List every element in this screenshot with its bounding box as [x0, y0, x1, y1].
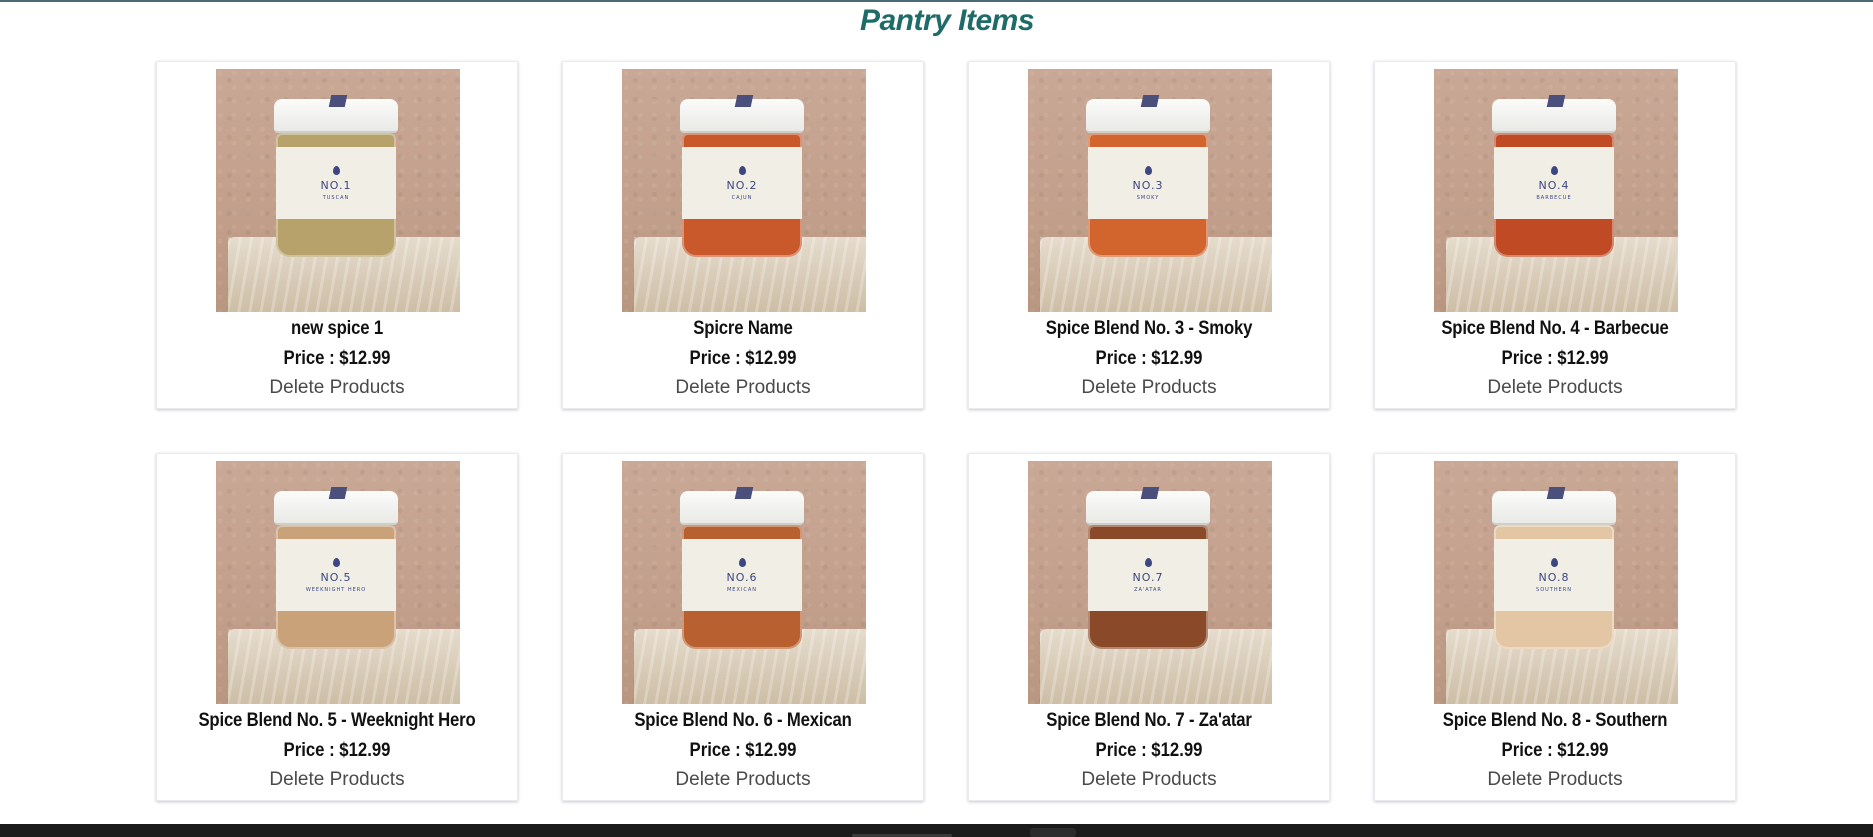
product-name: Spice Blend No. 3 - Smoky [1045, 318, 1253, 339]
jar-tag [734, 487, 754, 499]
product-card: NO.4 BARBECUE Spice Blend No. 4 - Barbec… [1374, 61, 1736, 409]
jar-subtitle: MEXICAN [726, 586, 758, 593]
product-image[interactable]: NO.8 SOUTHERN [1434, 461, 1678, 704]
jar-subtitle: TUSCAN [322, 194, 350, 201]
jar-tag [1140, 487, 1160, 499]
product-image[interactable]: NO.3 SMOKY [1028, 69, 1272, 312]
jar-subtitle: SMOKY [1136, 194, 1160, 201]
jar-label: NO.3 SMOKY [1088, 147, 1208, 219]
jar-number: NO.3 [1132, 178, 1164, 192]
delete-products-button[interactable]: Delete Products [969, 377, 1329, 399]
jar-number: NO.6 [726, 570, 758, 584]
jar-tag [1546, 95, 1566, 107]
product-price: Price : $12.99 [283, 348, 391, 369]
delete-products-button[interactable]: Delete Products [563, 377, 923, 399]
drop-icon [738, 557, 746, 567]
delete-products-button[interactable]: Delete Products [969, 769, 1329, 791]
drop-icon [738, 165, 746, 175]
drop-icon [1144, 557, 1152, 567]
product-name: Spice Blend No. 4 - Barbecue [1441, 318, 1669, 339]
product-name: Spice Blend No. 8 - Southern [1442, 710, 1668, 731]
product-price: Price : $12.99 [1095, 348, 1203, 369]
jar-label: NO.7 ZA'ATAR [1088, 539, 1208, 611]
product-name: Spice Blend No. 6 - Mexican [634, 710, 852, 731]
drop-icon [1144, 165, 1152, 175]
delete-products-button[interactable]: Delete Products [157, 769, 517, 791]
spice-jar: NO.6 MEXICAN [678, 487, 806, 651]
spice-jar: NO.8 SOUTHERN [1490, 487, 1618, 651]
product-image[interactable]: NO.7 ZA'ATAR [1028, 461, 1272, 704]
product-image[interactable]: NO.2 CAJUN [622, 69, 866, 312]
product-image[interactable]: NO.4 BARBECUE [1434, 69, 1678, 312]
delete-products-button[interactable]: Delete Products [157, 377, 517, 399]
product-price: Price : $12.99 [1501, 740, 1609, 761]
product-card: NO.6 MEXICAN Spice Blend No. 6 - Mexican… [562, 453, 924, 801]
product-price: Price : $12.99 [1095, 740, 1203, 761]
drop-icon [332, 557, 340, 567]
jar-label: NO.2 CAJUN [682, 147, 802, 219]
top-border [0, 0, 1873, 2]
footer-bar [0, 824, 1873, 837]
jar-number: NO.7 [1132, 570, 1164, 584]
product-name: Spicre Name [693, 318, 793, 339]
jar-label: NO.5 WEEKNIGHT HERO [276, 539, 396, 611]
product-price: Price : $12.99 [283, 740, 391, 761]
delete-products-button[interactable]: Delete Products [1375, 769, 1735, 791]
drop-icon [332, 165, 340, 175]
product-card: NO.8 SOUTHERN Spice Blend No. 8 - Southe… [1374, 453, 1736, 801]
spice-jar: NO.3 SMOKY [1084, 95, 1212, 259]
delete-products-button[interactable]: Delete Products [563, 769, 923, 791]
jar-label: NO.4 BARBECUE [1494, 147, 1614, 219]
product-name: Spice Blend No. 7 - Za'atar [1046, 710, 1252, 731]
jar-number: NO.5 [320, 570, 352, 584]
product-name: new spice 1 [291, 318, 383, 339]
delete-products-button[interactable]: Delete Products [1375, 377, 1735, 399]
product-image[interactable]: NO.5 WEEKNIGHT HERO [216, 461, 460, 704]
product-card: NO.1 TUSCAN new spice 1 Price : $12.99 D… [156, 61, 518, 409]
jar-tag [1140, 95, 1160, 107]
jar-number: NO.2 [726, 178, 758, 192]
jar-number: NO.4 [1538, 178, 1570, 192]
jar-tag [734, 95, 754, 107]
jar-subtitle: WEEKNIGHT HERO [305, 586, 367, 593]
product-card: NO.7 ZA'ATAR Spice Blend No. 7 - Za'atar… [968, 453, 1330, 801]
product-image[interactable]: NO.1 TUSCAN [216, 69, 460, 312]
spice-jar: NO.7 ZA'ATAR [1084, 487, 1212, 651]
jar-tag [328, 95, 348, 107]
footer-control [1030, 828, 1076, 837]
product-card: NO.5 WEEKNIGHT HERO Spice Blend No. 5 - … [156, 453, 518, 801]
product-card: NO.2 CAJUN Spicre Name Price : $12.99 De… [562, 61, 924, 409]
spice-jar: NO.4 BARBECUE [1490, 95, 1618, 259]
jar-label: NO.8 SOUTHERN [1494, 539, 1614, 611]
page-title: Pantry Items [859, 4, 1035, 37]
product-price: Price : $12.99 [689, 740, 797, 761]
jar-subtitle: ZA'ATAR [1134, 586, 1162, 593]
product-card: NO.3 SMOKY Spice Blend No. 3 - Smoky Pri… [968, 61, 1330, 409]
jar-label: NO.6 MEXICAN [682, 539, 802, 611]
jar-tag [328, 487, 348, 499]
spice-jar: NO.1 TUSCAN [272, 95, 400, 259]
jar-label: NO.1 TUSCAN [276, 147, 396, 219]
jar-number: NO.1 [320, 178, 352, 192]
product-name: Spice Blend No. 5 - Weeknight Hero [198, 710, 476, 731]
jar-tag [1546, 487, 1566, 499]
spice-jar: NO.2 CAJUN [678, 95, 806, 259]
jar-subtitle: SOUTHERN [1536, 586, 1572, 593]
jar-number: NO.8 [1538, 570, 1570, 584]
product-price: Price : $12.99 [1501, 348, 1609, 369]
spice-jar: NO.5 WEEKNIGHT HERO [272, 487, 400, 651]
drop-icon [1550, 165, 1558, 175]
product-price: Price : $12.99 [689, 348, 797, 369]
product-image[interactable]: NO.6 MEXICAN [622, 461, 866, 704]
drop-icon [1550, 557, 1558, 567]
jar-subtitle: CAJUN [731, 194, 753, 201]
jar-subtitle: BARBECUE [1536, 194, 1572, 201]
